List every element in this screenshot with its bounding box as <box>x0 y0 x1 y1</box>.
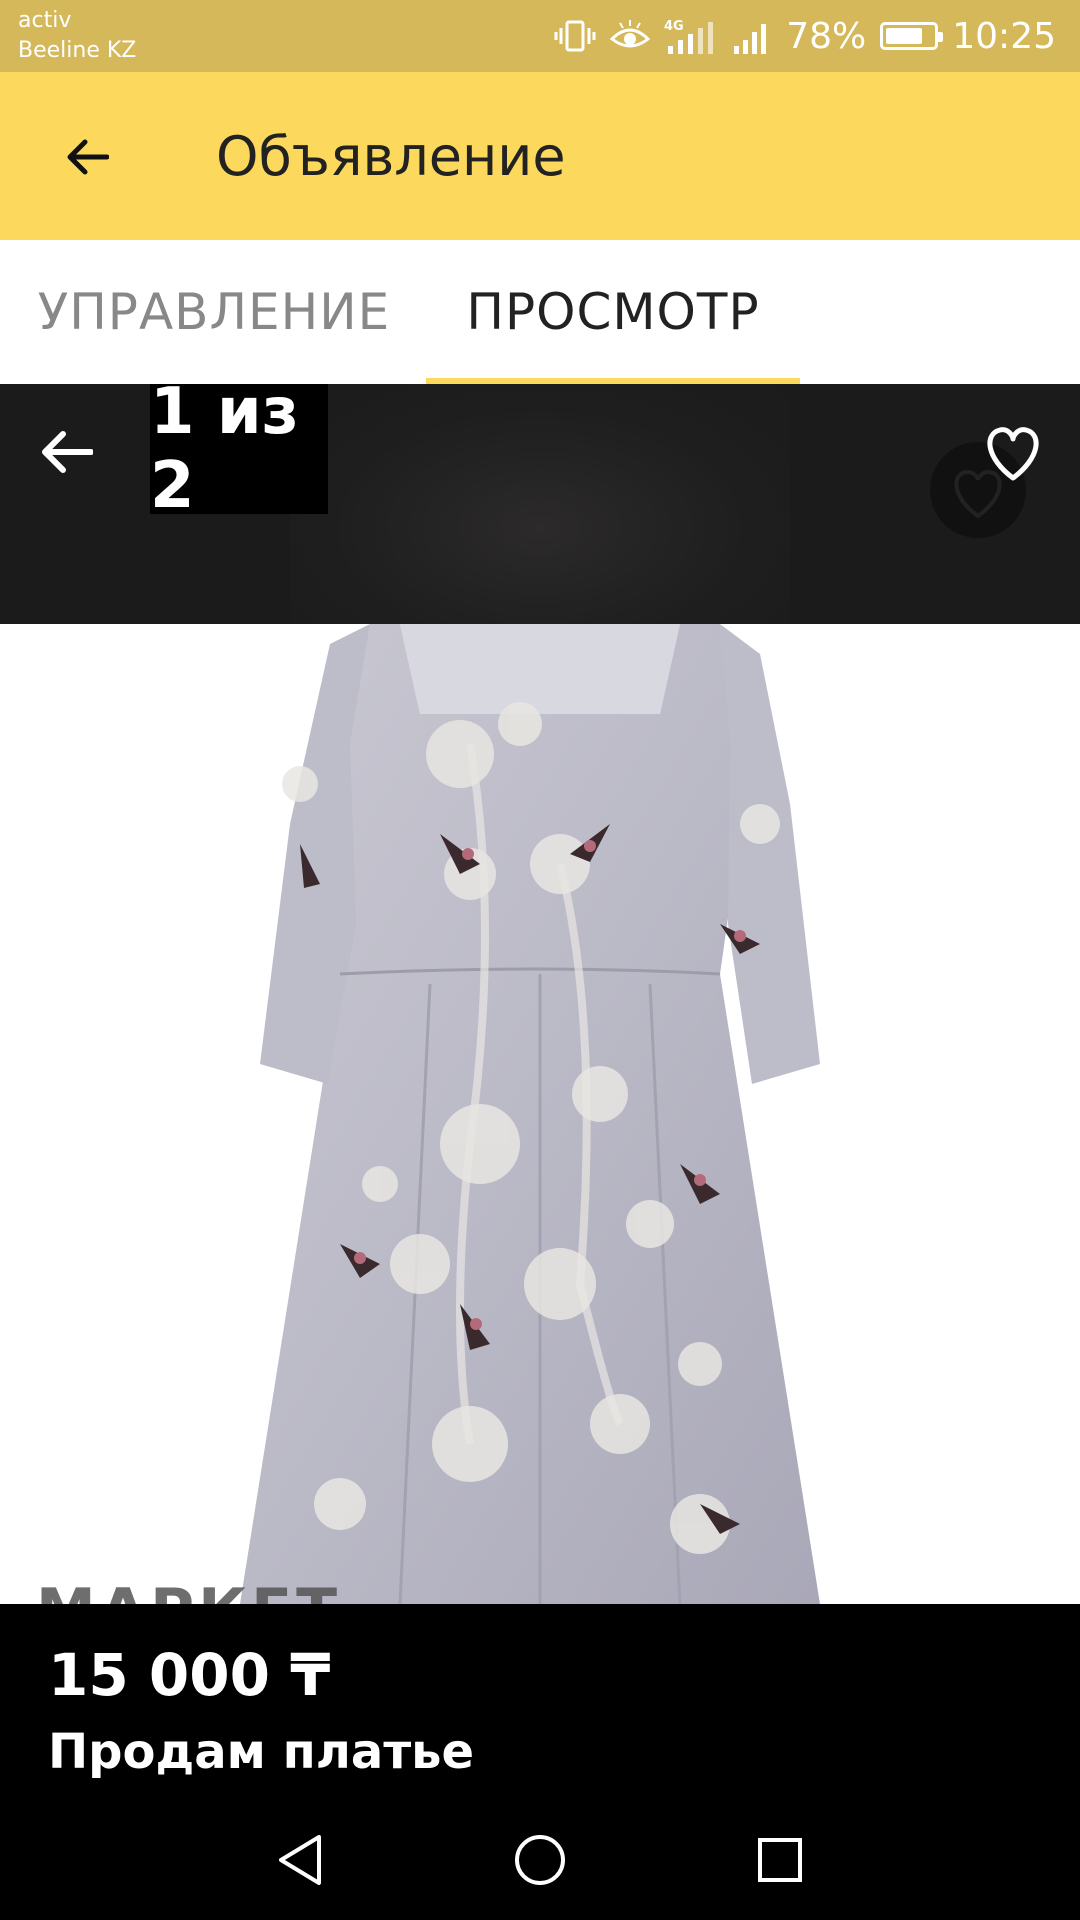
carrier-line-1: activ <box>18 8 72 33</box>
back-button[interactable] <box>52 122 122 192</box>
favorite-button[interactable] <box>980 420 1046 486</box>
arrow-left-icon <box>42 431 93 473</box>
tab-manage[interactable]: УПРАВЛЕНИЕ <box>24 240 404 384</box>
page-title: Объявление <box>216 125 566 188</box>
recents-square-icon <box>758 1838 802 1882</box>
system-nav-bar <box>0 1800 1080 1920</box>
carrier-info: activ Beeline KZ <box>18 6 136 66</box>
watermark-text: МАРКЕТ <box>36 1576 341 1604</box>
heart-outline-icon <box>987 427 1039 481</box>
svg-text:4G: 4G <box>664 19 684 34</box>
app-bar: Объявление <box>0 72 1080 240</box>
arrow-left-icon <box>67 139 109 175</box>
gallery-back-button[interactable] <box>36 422 96 482</box>
listing-info: 15 000 ₸ Продам платье <box>0 1604 1080 1800</box>
listing-title: Продам платье <box>48 1724 475 1780</box>
battery-level <box>886 28 923 44</box>
back-triangle-icon <box>279 1835 321 1885</box>
listing-photo[interactable]: МАРКЕТ <box>0 624 1080 1604</box>
carrier-line-2: Beeline KZ <box>18 38 137 63</box>
clock-time: 10:25 <box>952 15 1056 57</box>
dress-image <box>240 624 820 1604</box>
photo-counter: 1 из 2 <box>150 384 328 523</box>
battery-icon <box>880 22 944 50</box>
battery-percent: 78% <box>786 15 867 57</box>
status-icons: 4G 78% 10:25 <box>554 0 1056 72</box>
eye-icon <box>610 19 651 53</box>
tab-view[interactable]: ПРОСМОТР <box>426 240 800 384</box>
previous-photo-preview <box>290 384 790 624</box>
nav-recents-button[interactable] <box>750 1830 810 1890</box>
status-bar: activ Beeline KZ 4G 78% 10:25 <box>0 0 1080 72</box>
nav-home-button[interactable] <box>510 1830 570 1890</box>
signal-icon <box>732 16 772 56</box>
gallery-header: 1 из 2 <box>0 384 1080 624</box>
vibrate-icon <box>554 16 596 56</box>
nav-back-button[interactable] <box>270 1830 330 1890</box>
listing-price: 15 000 ₸ <box>48 1641 331 1709</box>
home-circle-icon <box>515 1835 565 1885</box>
tab-bar: УПРАВЛЕНИЕ ПРОСМОТР <box>0 240 1080 384</box>
signal-4g-icon: 4G <box>664 16 718 56</box>
